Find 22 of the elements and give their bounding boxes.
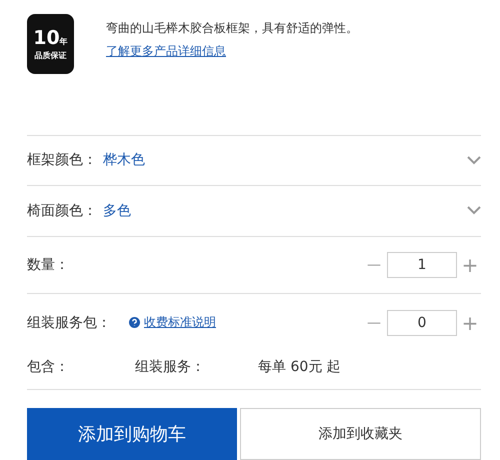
quantity-field[interactable]: 0 bbox=[387, 310, 457, 336]
badge-unit: 年 bbox=[60, 36, 68, 46]
add-to-cart-button[interactable]: 添加到购物车 bbox=[27, 408, 237, 460]
quantity-label: 数量： bbox=[27, 256, 69, 274]
assembly-label: 组装服务包： bbox=[27, 314, 111, 332]
help-icon bbox=[129, 317, 140, 328]
includes-label: 包含： bbox=[27, 358, 70, 376]
product-description: 弯曲的山毛榉木胶合板框架，具有舒适的弹性。 bbox=[106, 20, 358, 37]
chevron-down-icon[interactable] bbox=[467, 206, 481, 216]
quantity-field[interactable]: 1 bbox=[387, 252, 457, 278]
option-value[interactable]: 多色 bbox=[103, 202, 467, 220]
add-to-favorites-button[interactable]: 添加到收藏夹 bbox=[240, 408, 481, 460]
option-label: 框架颜色： bbox=[27, 151, 97, 170]
badge-number: 10 bbox=[33, 26, 60, 48]
option-label: 椅面颜色： bbox=[27, 202, 97, 220]
pricing-link[interactable]: 收费标准说明 bbox=[144, 314, 216, 332]
option-value[interactable]: 桦木色 bbox=[103, 151, 467, 170]
chevron-down-icon[interactable] bbox=[467, 156, 481, 165]
badge-caption: 品质保证 bbox=[34, 50, 66, 60]
service-name: 组装服务： bbox=[135, 358, 206, 376]
service-price: 每单 60元 起 bbox=[258, 358, 341, 376]
details-link[interactable]: 了解更多产品详细信息 bbox=[106, 43, 358, 60]
